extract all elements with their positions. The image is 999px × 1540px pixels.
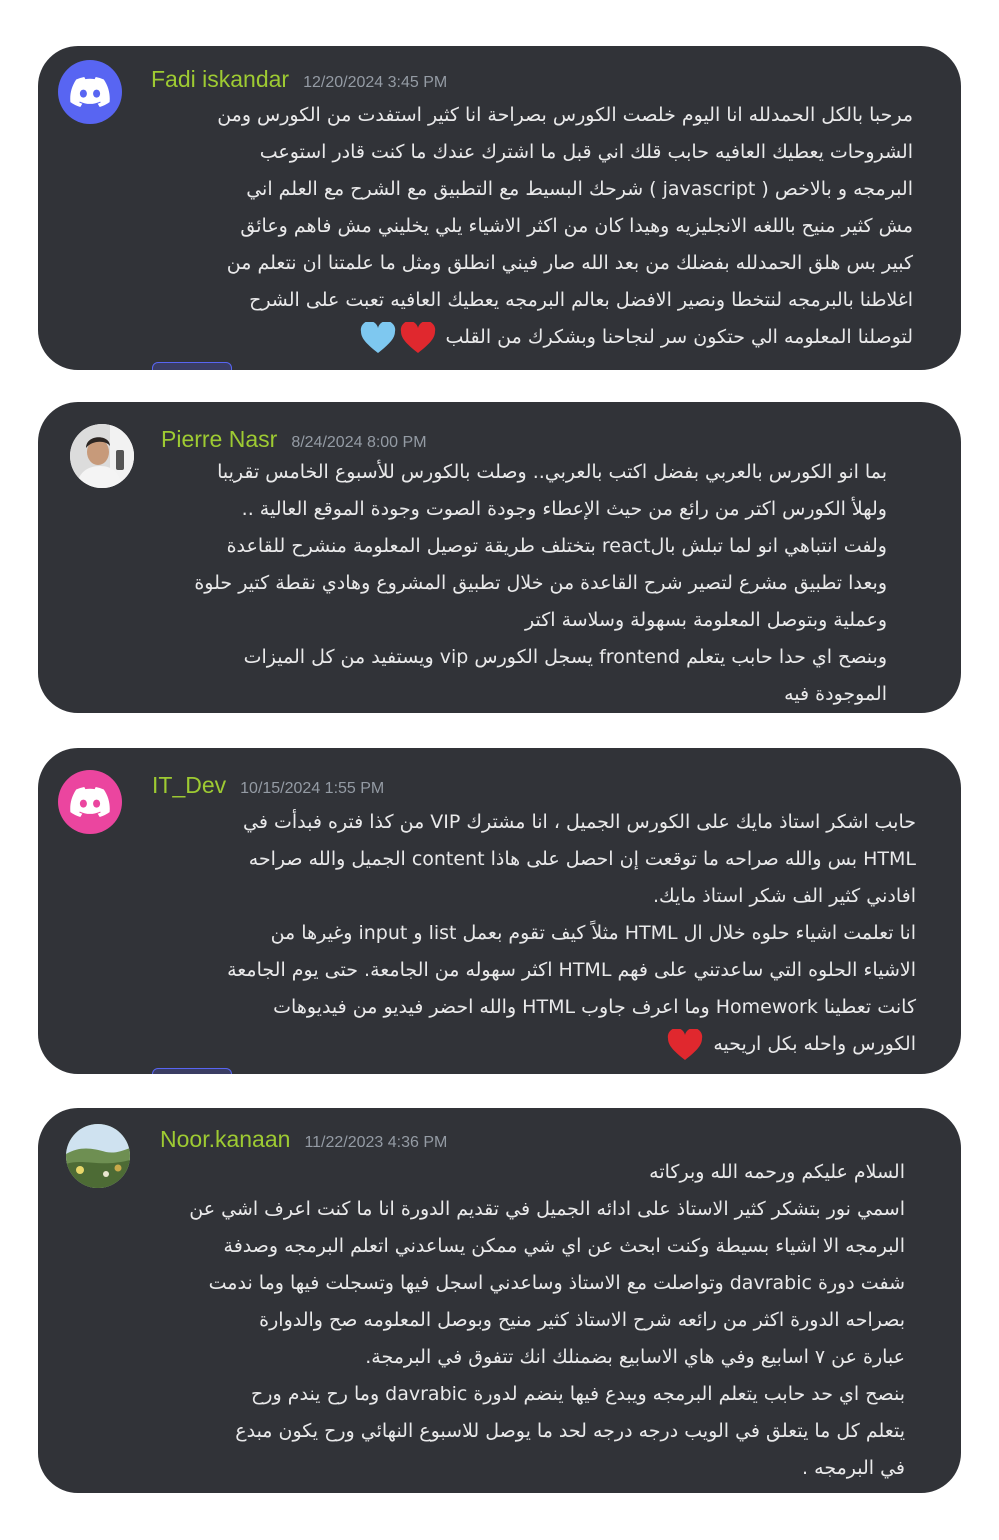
reaction-chip[interactable] [152,1068,232,1074]
message-card: Noor.kanaan 11/22/2023 4:36 PM السلام عل… [38,1108,961,1493]
message-line: لتوصلنا المعلومه الي حتكون سر لنجاحنا وب… [153,319,913,356]
message-line: شفت دورة davrabic وتواصلت مع الاستاذ وسا… [208,1272,905,1294]
message-line: HTML بس والله صراحه ما توقعت إن احصل على… [248,848,916,870]
avatar[interactable] [58,60,122,124]
message-line: مش كثير منيح باللغه الانجليزيه وهيدا كان… [240,215,913,237]
message-header: IT_Dev 10/15/2024 1:55 PM [152,772,384,799]
message-line: ولفت انتباهي انو لما تبلش بالreact بتختل… [226,535,887,557]
emoji-group [360,321,436,354]
username[interactable]: IT_Dev [152,772,226,799]
discord-logo-icon [70,77,110,107]
message-line: وبعدا تطبيق مشرع لتصير شرح القاعدة من خل… [194,572,887,594]
message-text: السلام عليكم ورحمه الله وبركاته اسمي نور… [155,1154,905,1487]
avatar[interactable] [58,770,122,834]
message-line: عبارة عن ٧ اسابيع وفي هاي الاسابيع بضمنل… [365,1346,905,1368]
message-line: بما انو الكورس بالعربي بفضل اكتب بالعربي… [217,461,887,483]
user-photo-avatar [70,424,134,488]
timestamp: 10/15/2024 1:55 PM [240,780,385,797]
message-line: بصراحه الدورة اكثر من رائعه شرح الاستاذ … [259,1309,905,1331]
message-line: البرمجه الا اشياء بسيطة وكنت ابحث عن اي … [223,1235,905,1257]
message-line: وعملية وبتوصل المعلومة بسهولة وسلاسة اكت… [525,609,887,631]
message-text: مرحبا بالكل الحمدلله انا اليوم خلصت الكو… [153,97,913,356]
message-line: كانت تعطينا Homework وما اعرف جاوب HTML … [273,996,916,1018]
message-line: اغلاطنا بالبرمجه لنتخطا ونصير الافضل بعا… [249,289,913,311]
username[interactable]: Fadi iskandar [151,66,289,93]
landscape-photo-avatar [66,1124,130,1188]
message-line: اسمي نور بتشكر كثير الاستاذ على ادائه ال… [189,1198,905,1220]
red-heart-icon [668,1028,703,1060]
message-header: Noor.kanaan 11/22/2023 4:36 PM [160,1126,447,1153]
blue-heart-icon [360,321,395,353]
message-line: في البرمجه . [802,1457,905,1479]
message-card: Pierre Nasr 8/24/2024 8:00 PM بما انو ال… [38,402,961,713]
message-line: مرحبا بالكل الحمدلله انا اليوم خلصت الكو… [217,104,913,126]
avatar[interactable] [70,424,134,488]
message-line: الاشياء الحلوه التي ساعدتني على فهم HTML… [227,959,916,981]
message-line: افادني كثير الف شكر استاذ مايك. [652,885,916,907]
username[interactable]: Pierre Nasr [161,426,277,453]
message-line: البرمجه و بالاخص ( javascript ) شرحك الب… [246,178,913,200]
timestamp: 11/22/2023 4:36 PM [304,1134,448,1151]
message-line: ولهلأ الكورس اكتر من رائع من حيث الإعطاء… [241,498,887,520]
message-line: السلام عليكم ورحمه الله وبركاته [649,1161,905,1183]
message-line: انا تعلمت اشياء حلوه خلال ال HTML مثلاً … [270,922,916,944]
message-line: كبير بس هلق الحمدلله بفضلك من بعد الله ص… [226,252,913,274]
reaction-chip[interactable] [152,362,232,370]
message-line: بنصح اي حد حابب يتعلم البرمجه ويبدع فيها… [251,1383,905,1405]
message-text: بما انو الكورس بالعربي بفضل اكتب بالعربي… [158,454,887,713]
message-line: الموجودة فيه [784,683,887,705]
message-card: IT_Dev 10/15/2024 1:55 PM حابب اشكر استا… [38,748,961,1074]
message-line: حابب اشكر استاذ مايك على الكورس الجميل ،… [243,811,916,833]
timestamp: 8/24/2024 8:00 PM [291,434,427,451]
username[interactable]: Noor.kanaan [160,1126,290,1153]
message-card: Fadi iskandar 12/20/2024 3:45 PM مرحبا ب… [38,46,961,370]
message-line: يتعلم كل ما يتعلق في الويب درجه درجه لحد… [235,1420,905,1442]
red-heart-icon [400,321,435,353]
message-text: حابب اشكر استاذ مايك على الكورس الجميل ،… [150,804,916,1063]
emoji-group [667,1028,703,1061]
timestamp: 12/20/2024 3:45 PM [303,74,448,91]
message-header: Fadi iskandar 12/20/2024 3:45 PM [151,66,447,93]
message-line: الشروحات يعطيك العافيه حابب قلك اني قبل … [259,141,913,163]
avatar[interactable] [66,1124,130,1188]
message-line: الكورس واحله بكل اريحيه [150,1026,916,1063]
discord-logo-icon [70,787,110,817]
message-line: وبنصح اي حدا حابب يتعلم frontend يسجل ال… [243,646,887,668]
message-header: Pierre Nasr 8/24/2024 8:00 PM [161,426,427,453]
